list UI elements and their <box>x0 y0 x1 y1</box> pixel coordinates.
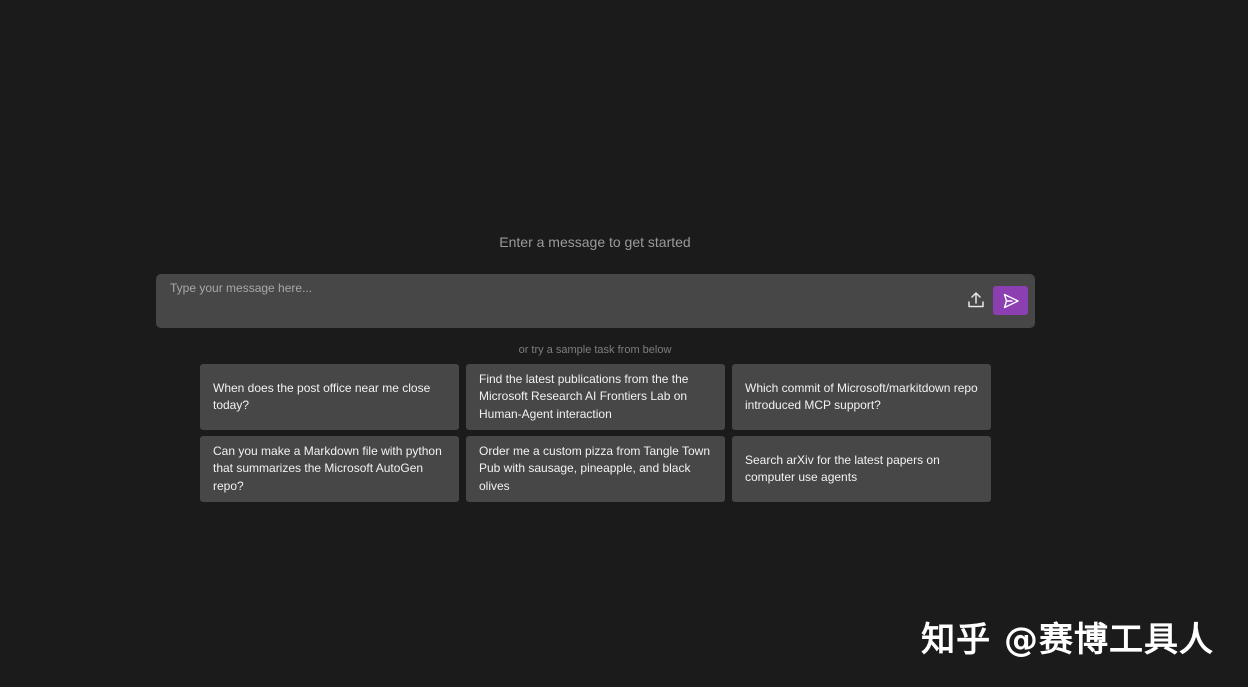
message-input[interactable] <box>170 281 950 319</box>
send-icon <box>1003 293 1019 308</box>
sample-task-text: Can you make a Markdown file with python… <box>213 443 442 493</box>
sample-task-hint: or try a sample task from below <box>518 344 672 356</box>
message-input-container <box>156 274 1035 328</box>
sample-task-grid: When does the post office near me close … <box>200 364 991 502</box>
sample-task-card-arxiv-search[interactable]: Search arXiv for the latest papers on co… <box>732 436 991 502</box>
send-button[interactable] <box>993 286 1028 315</box>
sample-task-card-markitdown-commit[interactable]: Which commit of Microsoft/markitdown rep… <box>732 364 991 430</box>
upload-button[interactable] <box>964 288 988 312</box>
sample-task-text: Which commit of Microsoft/markitdown rep… <box>745 380 978 413</box>
sample-task-card-msr-publications[interactable]: Find the latest publications from the th… <box>466 364 725 430</box>
watermark: 知乎 @赛博工具人 <box>921 620 1214 660</box>
sample-task-text: Order me a custom pizza from Tangle Town… <box>479 443 710 493</box>
upload-icon <box>968 292 984 308</box>
sample-task-text: When does the post office near me close … <box>213 380 431 413</box>
page-title: Enter a message to get started <box>499 234 691 250</box>
sample-task-card-post-office[interactable]: When does the post office near me close … <box>200 364 459 430</box>
sample-task-text: Search arXiv for the latest papers on co… <box>745 452 940 485</box>
sample-task-card-pizza-order[interactable]: Order me a custom pizza from Tangle Town… <box>466 436 725 502</box>
sample-task-card-autogen-summary[interactable]: Can you make a Markdown file with python… <box>200 436 459 502</box>
sample-task-text: Find the latest publications from the th… <box>479 371 689 421</box>
